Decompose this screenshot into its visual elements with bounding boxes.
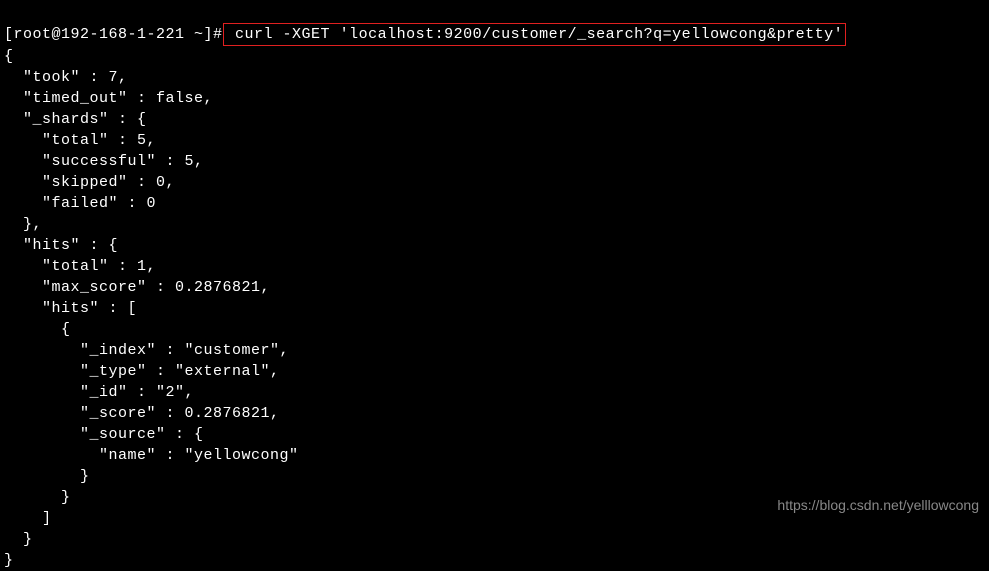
output-line: "skipped" : 0,	[4, 174, 175, 191]
output-line: "successful" : 5,	[4, 153, 204, 170]
output-line: ]	[4, 510, 52, 527]
output-line: "_index" : "customer",	[4, 342, 289, 359]
output-line: }	[4, 489, 71, 506]
output-line: "max_score" : 0.2876821,	[4, 279, 270, 296]
output-line: {	[4, 48, 14, 65]
output-line: }	[4, 468, 90, 485]
output-line: "_shards" : {	[4, 111, 147, 128]
watermark-text: https://blog.csdn.net/yelllowcong	[777, 496, 979, 516]
output-line: "_type" : "external",	[4, 363, 280, 380]
output-line: },	[4, 216, 42, 233]
output-line: "name" : "yellowcong"	[4, 447, 299, 464]
output-line: }	[4, 531, 33, 548]
output-line: "timed_out" : false,	[4, 90, 213, 107]
shell-prompt: [root@192-168-1-221 ~]#	[4, 26, 223, 43]
output-line: "total" : 1,	[4, 258, 156, 275]
output-line: "hits" : [	[4, 300, 137, 317]
output-line: }	[4, 552, 14, 569]
output-line: "hits" : {	[4, 237, 118, 254]
output-line: "_source" : {	[4, 426, 204, 443]
output-line: "total" : 5,	[4, 132, 156, 149]
command-highlighted[interactable]: curl -XGET 'localhost:9200/customer/_sea…	[223, 23, 847, 46]
terminal-output: [root@192-168-1-221 ~]# curl -XGET 'loca…	[4, 2, 985, 571]
output-line: "_score" : 0.2876821,	[4, 405, 280, 422]
output-line: {	[4, 321, 71, 338]
output-line: "failed" : 0	[4, 195, 156, 212]
output-line: "_id" : "2",	[4, 384, 194, 401]
output-line: "took" : 7,	[4, 69, 128, 86]
